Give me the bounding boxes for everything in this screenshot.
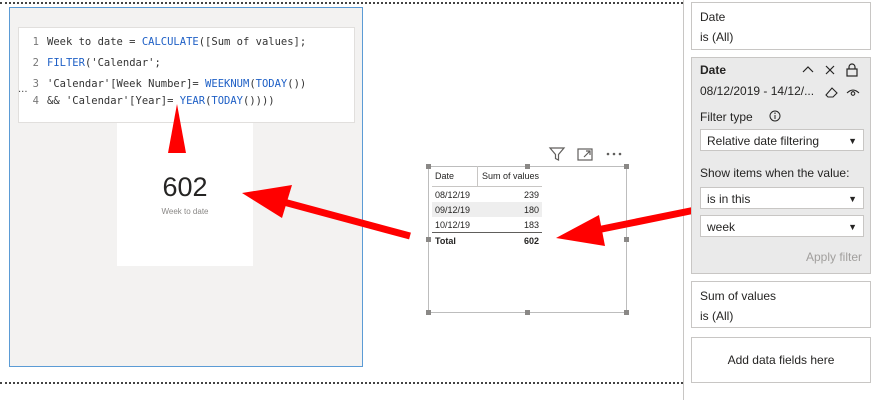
condition-dropdown[interactable]: is in this ▼	[700, 187, 864, 209]
chevron-up-icon[interactable]	[802, 66, 814, 73]
filter-card-value: is (All)	[700, 30, 734, 44]
lock-icon[interactable]	[846, 63, 858, 77]
info-icon[interactable]	[769, 110, 781, 122]
filter-card-title: Sum of values	[700, 289, 777, 303]
filter-card-date[interactable]: Date is (All)	[691, 2, 871, 50]
close-icon[interactable]	[825, 65, 835, 75]
date-range-text: 08/12/2019 - 14/12/...	[700, 84, 815, 98]
unit-value: week	[707, 220, 736, 234]
dropdown-caret-icon: ▼	[848, 222, 857, 232]
filter-card-title: Date	[700, 10, 726, 24]
filter-type-value: Relative date filtering	[707, 134, 820, 148]
filter-card-tools	[825, 87, 860, 98]
eraser-icon[interactable]	[825, 87, 838, 98]
filter-card-title: Date	[700, 63, 727, 77]
arrow-up	[168, 104, 186, 153]
show-items-label: Show items when the value:	[700, 166, 850, 180]
apply-filter-button[interactable]: Apply filter	[806, 250, 862, 264]
unit-dropdown[interactable]: week ▼	[700, 215, 864, 237]
arrow-to-total	[556, 205, 701, 246]
dropdown-caret-icon: ▼	[848, 136, 857, 146]
arrow-to-card	[242, 185, 411, 240]
dropdown-caret-icon: ▼	[848, 194, 857, 204]
filter-type-label: Filter type	[700, 110, 753, 124]
filter-card-value: is (All)	[700, 309, 734, 323]
filter-card-actions	[802, 63, 858, 77]
add-data-fields-dropzone[interactable]: Add data fields here	[691, 337, 871, 383]
filter-card-sum[interactable]: Sum of values is (All)	[691, 281, 871, 328]
eye-icon[interactable]	[846, 89, 860, 96]
condition-value: is in this	[707, 192, 751, 206]
filter-type-dropdown[interactable]: Relative date filtering ▼	[700, 129, 864, 151]
